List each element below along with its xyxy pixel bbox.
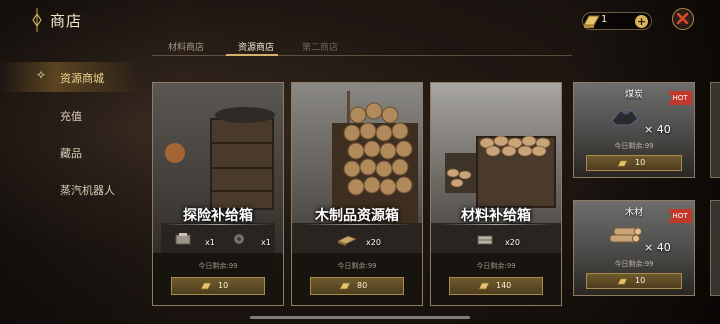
- price-label: 10: [635, 276, 646, 285]
- buy-button[interactable]: 80: [310, 277, 404, 295]
- sidebar-item-label: 资源商城: [60, 72, 104, 85]
- currency-display: 1 +: [582, 12, 652, 30]
- logs-icon: [609, 227, 642, 243]
- price-label: 10: [635, 158, 646, 167]
- daily-stock-remaining: 今日剩余:99: [614, 142, 654, 150]
- material-bundle-icon: [477, 235, 493, 245]
- shop-card-material-supply[interactable]: 材料补给箱 x20 今日剩余:99 140: [430, 82, 562, 306]
- gold-bar-icon: [478, 282, 490, 290]
- item-quantity: x20: [505, 238, 520, 247]
- tab-third-shop[interactable]: 第二商店: [302, 40, 338, 53]
- sidebar-item-label: 蒸汽机器人: [60, 184, 115, 197]
- sidebar-item-label: 藏品: [60, 147, 82, 160]
- sidebar: ✧ 资源商城 充值 藏品 蒸汽机器人: [0, 60, 150, 260]
- tab-material-shop[interactable]: 材料商店: [168, 40, 204, 53]
- daily-stock-remaining: 今日剩余:99: [476, 262, 516, 270]
- currency-value: 1: [601, 14, 608, 25]
- active-tab-indicator: [226, 54, 278, 56]
- partial-card-edge: [710, 82, 720, 178]
- item-quantity: x20: [366, 238, 381, 247]
- partial-card-edge: [710, 200, 720, 296]
- page-title: 商店: [50, 12, 83, 30]
- sidebar-item-recharge[interactable]: 充值: [0, 100, 140, 130]
- price-label: 80: [357, 281, 368, 290]
- close-icon: [676, 12, 689, 25]
- home-indicator: [250, 316, 470, 319]
- item-quantity: x1: [205, 238, 215, 247]
- shop-card-wood[interactable]: 木材 HOT × 40 今日剩余:99 10: [573, 200, 695, 296]
- coal-icon: [611, 110, 639, 126]
- tab-resource-shop[interactable]: 资源商店: [238, 40, 274, 53]
- shop-card-wood-resource[interactable]: 木制品资源箱 x20 今日剩余:99 80: [291, 82, 423, 306]
- title-divider: [302, 224, 412, 225]
- card-title: 材料补给箱: [461, 208, 531, 224]
- gold-bar-icon: [200, 282, 212, 290]
- gold-bar-icon: [339, 282, 351, 290]
- price-label: 140: [496, 281, 512, 290]
- buy-button[interactable]: 10: [586, 273, 682, 289]
- sidebar-item-steam-robot[interactable]: 蒸汽机器人: [0, 174, 140, 204]
- title-divider: [441, 224, 551, 225]
- shop-card-coal[interactable]: 煤炭 HOT × 40 今日剩余:99 10: [573, 82, 695, 178]
- gear-part-icon: [233, 233, 245, 245]
- sparkle-icon: ✧: [36, 68, 47, 82]
- supply-pack-icon: [175, 233, 191, 245]
- shop-emblem-icon: [32, 8, 42, 32]
- close-button[interactable]: [672, 8, 694, 30]
- gold-bar-icon: [617, 160, 628, 167]
- buy-button[interactable]: 140: [449, 277, 543, 295]
- tab-divider: [152, 55, 572, 56]
- price-label: 10: [218, 281, 229, 290]
- gold-bar-icon: [583, 15, 600, 28]
- item-quantity: × 40: [644, 123, 671, 136]
- card-title: 木制品资源箱: [315, 208, 399, 224]
- item-quantity: × 40: [644, 241, 671, 254]
- shop-card-exploration-supply[interactable]: 探险补给箱 x1 x1 今日剩余:99 10: [152, 82, 284, 306]
- daily-stock-remaining: 今日剩余:99: [337, 262, 377, 270]
- header: 商店 1 +: [0, 0, 720, 38]
- add-currency-button[interactable]: +: [635, 15, 648, 28]
- daily-stock-remaining: 今日剩余:99: [198, 262, 238, 270]
- card-title: 探险补给箱: [183, 208, 253, 224]
- daily-stock-remaining: 今日剩余:99: [614, 260, 654, 268]
- gold-bar-icon: [617, 278, 628, 285]
- buy-button[interactable]: 10: [171, 277, 265, 295]
- buy-button[interactable]: 10: [586, 155, 682, 171]
- item-quantity: x1: [261, 238, 271, 247]
- wood-plank-icon: [337, 235, 357, 246]
- sidebar-item-collection[interactable]: 藏品: [0, 137, 140, 167]
- sidebar-item-resource-mall[interactable]: ✧ 资源商城: [0, 62, 140, 92]
- sidebar-item-label: 充值: [60, 110, 82, 123]
- title-divider: [163, 224, 273, 225]
